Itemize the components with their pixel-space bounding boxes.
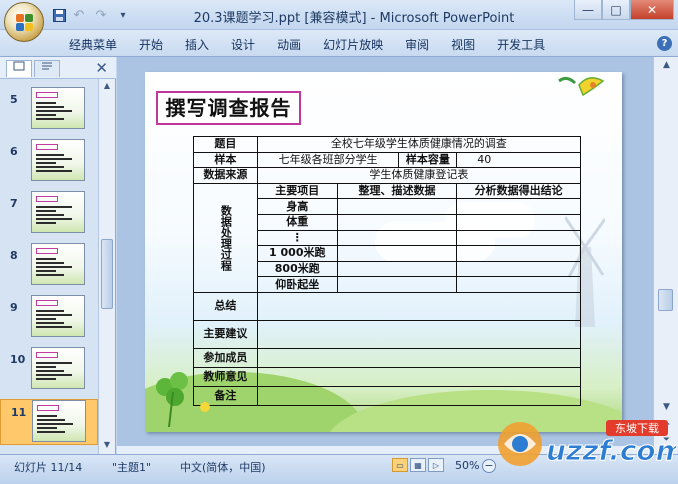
item-weight: 体重 bbox=[256, 213, 338, 231]
slide-preview bbox=[32, 400, 86, 442]
maximize-button[interactable]: □ bbox=[602, 0, 630, 20]
slide-number: 8 bbox=[10, 249, 18, 262]
slide-thumbnail[interactable]: 7 bbox=[0, 191, 98, 237]
uzzf-watermark: 东坡下载 uzzf.com bbox=[498, 420, 676, 468]
ribbon-tab[interactable]: 动画 bbox=[266, 36, 312, 52]
sample-label: 样本 bbox=[193, 151, 258, 169]
item-situps: 仰卧起坐 bbox=[256, 276, 338, 293]
undo-icon[interactable]: ↶ bbox=[70, 6, 88, 24]
slide-preview bbox=[31, 295, 85, 337]
window-title: 20.3课题学习.ppt [兼容模式] - Microsoft PowerPoi… bbox=[193, 11, 515, 26]
watermark-text: uzzf.com bbox=[546, 434, 676, 467]
capacity-value: 40 bbox=[456, 151, 581, 169]
scroll-thumb[interactable] bbox=[101, 239, 113, 309]
slide-thumbnail[interactable]: 6 bbox=[0, 139, 98, 185]
slide-thumbnail[interactable]: 8 bbox=[0, 243, 98, 289]
col-header-analyze: 分析数据得出结论 bbox=[456, 182, 581, 200]
slide-sorter-icon[interactable]: ▦ bbox=[410, 458, 426, 472]
thumbnail-scrollbar[interactable]: ▲ ▼ bbox=[98, 79, 115, 454]
slide-thumbnail[interactable]: 10 bbox=[0, 347, 98, 393]
item-height: 身高 bbox=[256, 198, 338, 215]
ribbon-tab[interactable]: 视图 bbox=[440, 36, 486, 52]
theme-name: "主题1" bbox=[112, 461, 152, 474]
suggestion-label: 主要建议 bbox=[193, 319, 258, 349]
scroll-up-icon[interactable]: ▲ bbox=[660, 60, 673, 72]
members-label: 参加成员 bbox=[193, 347, 258, 368]
ribbon-tab[interactable]: 经典菜单 bbox=[58, 36, 128, 52]
item-800m: 800米跑 bbox=[256, 260, 338, 278]
outline-tab[interactable] bbox=[34, 60, 60, 77]
slides-tab[interactable] bbox=[6, 60, 32, 77]
report-table: 题目 全校七年级学生体质健康情况的调查 样本 七年级各班部分学生 样本容量 40… bbox=[193, 136, 582, 406]
source-value: 学生体质健康登记表 bbox=[256, 167, 582, 184]
slide-number: 6 bbox=[10, 145, 18, 158]
language-indicator[interactable]: 中文(简体，中国) bbox=[180, 459, 266, 475]
help-icon[interactable]: ? bbox=[657, 36, 672, 51]
normal-view-icon[interactable]: ▭ bbox=[392, 458, 408, 472]
view-buttons: ▭ ▦ ▷ bbox=[392, 458, 444, 472]
ribbon-tab-bar: 经典菜单 开始 插入 设计 动画 幻灯片放映 审阅 视图 开发工具 ? bbox=[0, 30, 678, 57]
ribbon-tabs: 经典菜单 开始 插入 设计 动画 幻灯片放映 审阅 视图 开发工具 bbox=[58, 36, 556, 52]
sample-value: 七年级各班部分学生 bbox=[256, 151, 400, 169]
ribbon-tab[interactable]: 设计 bbox=[220, 36, 266, 52]
slide-number: 7 bbox=[10, 197, 18, 210]
capacity-label: 样本容量 bbox=[398, 151, 458, 169]
slide-preview bbox=[31, 347, 85, 389]
ribbon-tab[interactable]: 幻灯片放映 bbox=[312, 36, 394, 52]
scroll-down-icon[interactable]: ▼ bbox=[660, 402, 673, 414]
topic-value: 全校七年级学生体质健康情况的调查 bbox=[256, 136, 582, 153]
slides-pane: ✕ 5 6 7 8 9 10 11 ▲ ▼ bbox=[0, 57, 116, 454]
ribbon-tab[interactable]: 插入 bbox=[174, 36, 220, 52]
slide-thumbnail[interactable]: 5 bbox=[0, 87, 98, 133]
slide-number: 5 bbox=[10, 93, 18, 106]
clover-decoration-icon bbox=[156, 372, 210, 427]
ribbon-tab[interactable]: 开始 bbox=[128, 36, 174, 52]
slide-preview bbox=[31, 191, 85, 233]
slideshow-icon[interactable]: ▷ bbox=[428, 458, 444, 472]
summary-label: 总结 bbox=[193, 291, 258, 321]
ribbon-tab[interactable]: 开发工具 bbox=[486, 36, 556, 52]
slide-preview bbox=[31, 243, 85, 285]
topic-label: 题目 bbox=[193, 136, 258, 153]
window-controls: — □ ✕ bbox=[574, 0, 674, 20]
current-slide[interactable]: 撰写调查报告 题目 全校七年级学生体质健康情况的调查 样本 七年级各班部分学生 … bbox=[145, 72, 622, 432]
slide-number: 11 bbox=[11, 406, 27, 419]
minimize-button[interactable]: — bbox=[574, 0, 602, 20]
scroll-up-icon[interactable]: ▲ bbox=[101, 81, 113, 93]
process-label-cell: 数据处理过程 bbox=[193, 182, 258, 293]
ribbon-tab[interactable]: 审阅 bbox=[394, 36, 440, 52]
process-label: 数据处理过程 bbox=[219, 204, 233, 271]
slide-thumbnails: 5 6 7 8 9 10 11 bbox=[0, 81, 98, 451]
col-header-describe: 整理、描述数据 bbox=[336, 182, 458, 200]
save-icon[interactable] bbox=[52, 6, 66, 24]
office-logo-icon bbox=[16, 14, 34, 32]
scroll-thumb[interactable] bbox=[658, 289, 673, 311]
slide-scrollbar[interactable]: ▲ ▼ ⏶ ⏷ bbox=[653, 57, 678, 454]
pane-tabs: ✕ bbox=[0, 57, 116, 79]
redo-icon[interactable]: ↷ bbox=[92, 6, 110, 24]
slide-preview bbox=[31, 139, 85, 181]
quick-access-toolbar: ↶ ↷ ▾ bbox=[52, 6, 132, 24]
col-header-items: 主要项目 bbox=[256, 182, 338, 200]
scroll-down-icon[interactable]: ▼ bbox=[101, 440, 113, 452]
zoom-level[interactable]: 50% bbox=[455, 459, 479, 472]
slide-title: 撰写调查报告 bbox=[156, 91, 301, 125]
office-button[interactable] bbox=[4, 2, 44, 42]
slide-thumbnail[interactable]: 9 bbox=[0, 295, 98, 341]
slide-thumbnail[interactable]: 11 bbox=[0, 399, 98, 445]
close-pane-icon[interactable]: ✕ bbox=[95, 59, 108, 77]
slide-number: 10 bbox=[10, 353, 26, 366]
customize-qat-icon[interactable]: ▾ bbox=[114, 6, 132, 24]
slide-number: 9 bbox=[10, 301, 18, 314]
slide-counter: 幻灯片 11/14 bbox=[14, 461, 83, 474]
item-1000m: 1 000米跑 bbox=[256, 245, 338, 262]
item-ellipsis: ⋮ bbox=[256, 229, 338, 247]
title-bar: ↶ ↷ ▾ 20.3课题学习.ppt [兼容模式] - Microsoft Po… bbox=[0, 0, 678, 42]
slide-preview bbox=[31, 87, 85, 129]
source-label: 数据来源 bbox=[193, 167, 258, 184]
slide-logo-icon bbox=[558, 76, 605, 97]
close-button[interactable]: ✕ bbox=[630, 0, 674, 20]
